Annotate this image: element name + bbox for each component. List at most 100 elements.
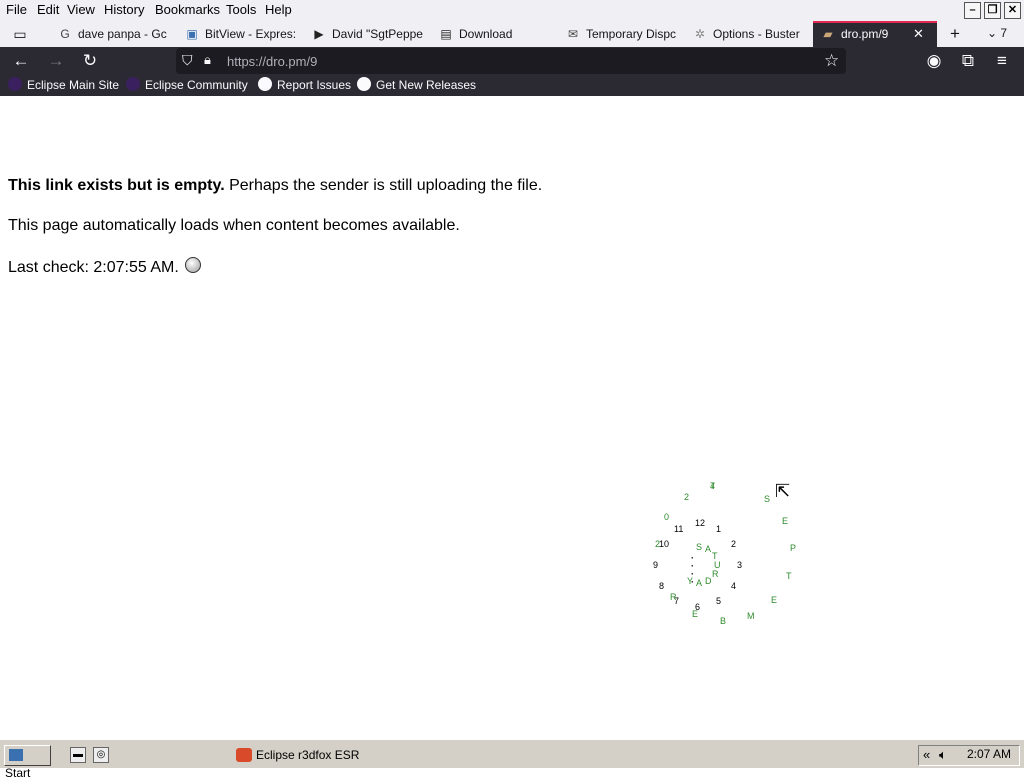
youtube-icon: ▶ <box>314 27 324 41</box>
status-detail: Perhaps the sender is still uploading th… <box>224 177 543 194</box>
menu-view[interactable]: View <box>67 2 95 17</box>
tab-download[interactable]: ▤ Download <box>439 21 559 47</box>
clock-date-char: E <box>771 595 778 605</box>
clock-weekday-char: R <box>712 569 719 579</box>
tab-bitview[interactable]: ▣ BitView - Expres: <box>185 21 305 47</box>
clock-weekday-char: A <box>696 578 703 588</box>
menu-bookmarks[interactable]: Bookmarks <box>155 2 220 17</box>
eclipse-icon <box>126 77 140 91</box>
tray-expand-icon[interactable]: « <box>923 747 930 762</box>
puzzle-icon: ⧉ <box>961 51 975 70</box>
url-bar[interactable]: ⛉ 🔒︎ https://dro.pm/9 ☆ <box>176 48 846 74</box>
account-button[interactable]: ◉ <box>923 50 945 72</box>
bitview-icon: ▣ <box>186 27 198 41</box>
clock-hour-4: 4 <box>731 581 737 591</box>
status-indicator-icon <box>185 257 202 273</box>
shield-icon[interactable]: ⛉ <box>182 52 193 69</box>
menu-history[interactable]: History <box>104 2 144 17</box>
menu-edit[interactable]: Edit <box>37 2 59 17</box>
clock-weekday-char: A <box>705 544 712 554</box>
last-check-line: Last check: 2:07:55 AM. <box>8 257 202 277</box>
last-check-text: Last check: 2:07:55 AM. <box>8 259 179 276</box>
tab-options[interactable]: ✲ Options - Buster <box>693 21 813 47</box>
reload-icon: ↻ <box>82 51 98 70</box>
menu-tools[interactable]: Tools <box>226 2 256 17</box>
clock-date-char: E <box>782 516 789 526</box>
tab-google[interactable]: G dave panpa - Gc <box>58 21 178 47</box>
auto-load-message: This page automatically loads when conte… <box>8 217 460 234</box>
clock-date-char: P <box>790 543 797 553</box>
tab-list-button[interactable]: ⌄ 7 <box>987 26 1007 40</box>
clock-hour-2: 2 <box>731 539 737 549</box>
taskbar-task-eclipse[interactable]: Eclipse r3dfox ESR <box>232 745 412 766</box>
menu-help[interactable]: Help <box>265 2 292 17</box>
tab-temp-mail[interactable]: ✉ Temporary Dispc <box>566 21 686 47</box>
system-tray: « 🔈︎ 2:07 AM <box>918 745 1020 766</box>
menu-button[interactable]: ≡ <box>991 50 1013 72</box>
tab-bar: ▭ G dave panpa - Gc ▣ BitView - Expres: … <box>0 21 1024 47</box>
back-button[interactable]: ← <box>10 50 32 72</box>
github-icon <box>357 77 371 91</box>
bookmark-eclipse-community[interactable]: Eclipse Community <box>126 77 248 93</box>
puzzle-icon: ✲ <box>694 27 706 41</box>
clock-hour-9: 9 <box>653 560 659 570</box>
clock-hour-10: 10 <box>659 539 670 549</box>
taskbar: Start ▬ ◎ Eclipse r3dfox ESR « 🔈︎ 2:07 A… <box>0 738 1024 780</box>
clock-date-char: 0 <box>664 512 670 522</box>
bookmarks-bar: Eclipse Main Site Eclipse Community Repo… <box>0 74 1024 96</box>
github-icon <box>258 77 272 91</box>
folder-icon: ▰ <box>823 27 833 41</box>
eclipse-icon <box>8 77 22 91</box>
download-site-icon: ▤ <box>440 27 452 41</box>
menu-bar: File Edit View History Bookmarks Tools H… <box>0 0 1024 21</box>
tray-clock: 2:07 AM <box>967 747 1012 761</box>
tab-dro-pm[interactable]: ▰ dro.pm/9 ✕ <box>813 21 937 47</box>
extensions-button[interactable]: ⧉ <box>957 50 979 72</box>
clock-hour-11: 11 <box>674 524 684 534</box>
clock-hour-3: 3 <box>737 560 743 570</box>
page-content: This link exists but is empty. Perhaps t… <box>0 96 1024 738</box>
navigation-bar: ← → ↻ ⛉ 🔒︎ https://dro.pm/9 ☆ ◉ ⧉ ≡ <box>0 47 1024 74</box>
clock-hour-5: 5 <box>716 596 722 606</box>
clock-date-char: B <box>720 616 727 626</box>
start-button[interactable]: Start <box>4 745 51 780</box>
bookmark-report-issues[interactable]: Report Issues <box>258 77 351 93</box>
volume-icon[interactable]: 🔈︎ <box>939 747 947 763</box>
clock-date-char: 4 <box>710 481 716 491</box>
firefox-view-icon[interactable]: ▭ <box>11 26 29 42</box>
restore-button[interactable]: ❐ <box>984 2 1001 19</box>
clock-hand-dot: · <box>691 577 694 587</box>
menu-file[interactable]: File <box>6 2 27 17</box>
forward-button[interactable]: → <box>45 50 67 72</box>
clock-hour-1: 1 <box>716 524 722 534</box>
bookmark-eclipse-main[interactable]: Eclipse Main Site <box>8 77 119 93</box>
clock-hour-8: 8 <box>659 581 665 591</box>
chevron-down-icon: ⌄ <box>987 26 998 40</box>
close-window-button[interactable]: ✕ <box>1004 2 1021 19</box>
clock-date-char: R <box>670 592 677 602</box>
minimize-button[interactable]: – <box>964 2 981 19</box>
arrow-left-icon: ← <box>12 51 30 70</box>
mail-icon: ✉ <box>567 27 579 41</box>
clock-date-char: 2 <box>684 492 690 502</box>
reload-button[interactable]: ↻ <box>79 50 101 72</box>
account-icon: ◉ <box>926 51 942 70</box>
quick-launch-browser-icon[interactable]: ◎ <box>93 747 109 763</box>
status-message: This link exists but is empty. Perhaps t… <box>8 177 542 195</box>
bookmark-new-releases[interactable]: Get New Releases <box>357 77 476 93</box>
new-tab-button[interactable]: + <box>950 24 960 44</box>
clock-date-char: E <box>692 609 699 619</box>
google-icon: G <box>60 27 70 41</box>
mouse-cursor-icon: ⇱ <box>775 481 791 501</box>
close-tab-icon[interactable]: ✕ <box>913 26 924 42</box>
tab-youtube[interactable]: ▶ David "SgtPeppe <box>312 21 432 47</box>
windows-logo-icon <box>9 749 23 761</box>
clock-hour-12: 12 <box>695 518 706 528</box>
url-text[interactable]: https://dro.pm/9 <box>227 54 317 69</box>
r3dfox-icon <box>236 748 252 762</box>
quick-launch-desktop-icon[interactable]: ▬ <box>70 747 86 763</box>
clock-date-char: M <box>747 611 755 621</box>
lock-icon[interactable]: 🔒︎ <box>204 52 211 68</box>
bookmark-star-icon[interactable]: ☆ <box>824 51 839 71</box>
status-heading: This link exists but is empty. <box>8 177 225 194</box>
